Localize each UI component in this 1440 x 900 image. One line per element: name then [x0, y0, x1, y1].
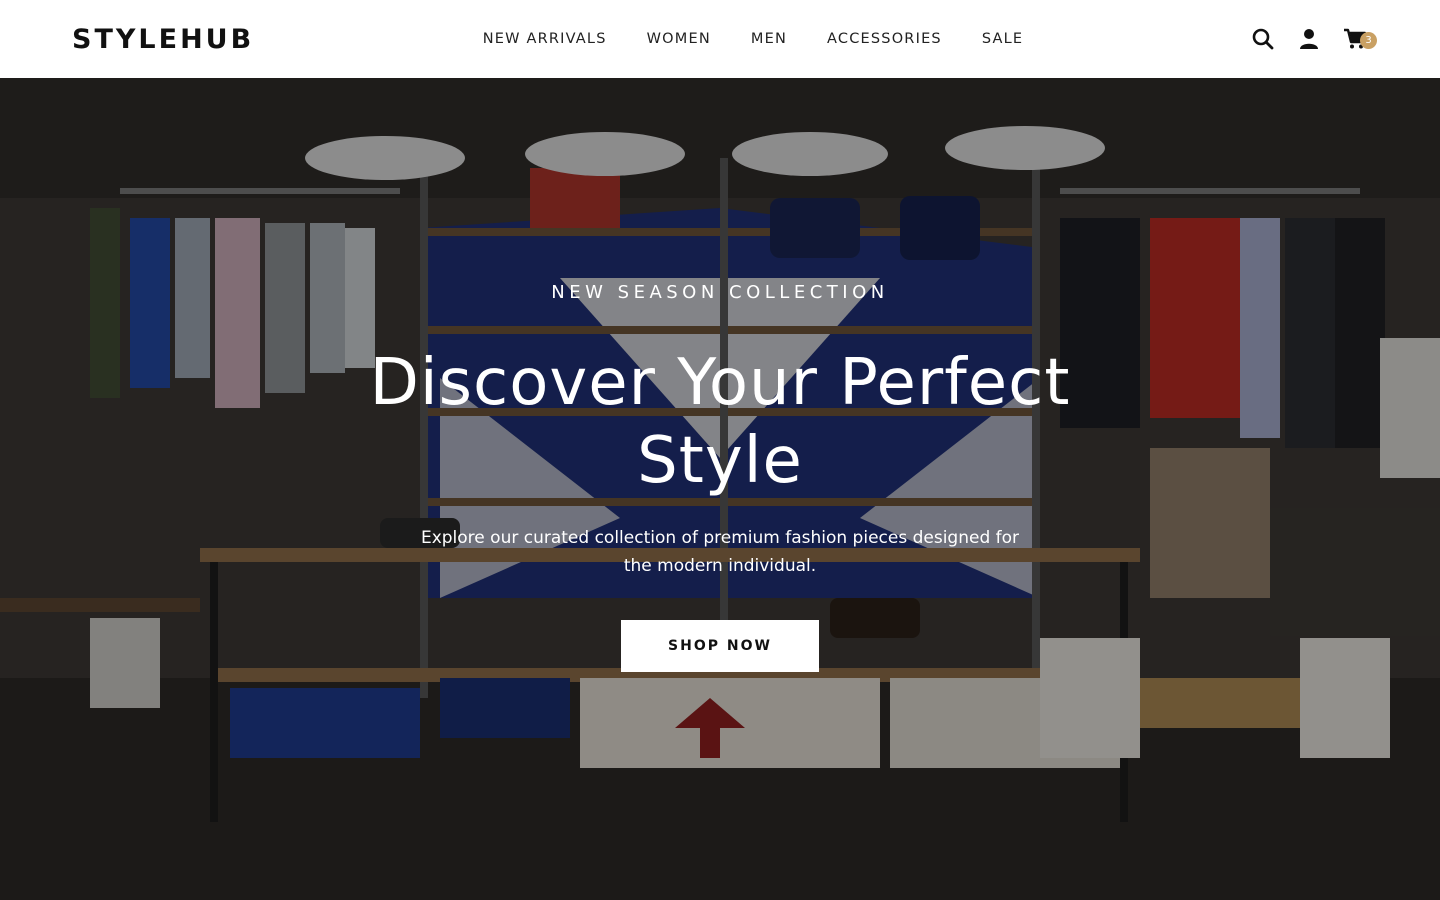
nav-item-sale[interactable]: SALE	[982, 31, 1023, 47]
search-icon[interactable]	[1250, 26, 1276, 52]
user-icon[interactable]	[1296, 26, 1322, 52]
hero-title: Discover Your Perfect Style	[369, 346, 1071, 498]
brand-logo[interactable]: STYLEHUB	[72, 24, 372, 55]
nav-item-women[interactable]: WOMEN	[647, 31, 711, 47]
hero-content: NEW SEASON COLLECTION Discover Your Perf…	[0, 78, 1440, 900]
cart-count-badge: 3	[1360, 32, 1377, 49]
site-header: STYLEHUB	[0, 0, 1440, 78]
hero-subtitle: Explore our curated collection of premiu…	[420, 528, 1020, 576]
nav-item-accessories[interactable]: ACCESSORIES	[827, 31, 942, 47]
nav-item-men[interactable]: MEN	[751, 31, 787, 47]
header-icons: 3	[1250, 24, 1377, 54]
hero-section: NEW SEASON COLLECTION Discover Your Perf…	[0, 78, 1440, 900]
cart-icon[interactable]: 3	[1342, 26, 1377, 52]
shop-now-button[interactable]: SHOP NOW	[621, 620, 819, 672]
hero-eyebrow: NEW SEASON COLLECTION	[551, 282, 889, 303]
nav-item-new-arrivals[interactable]: NEW ARRIVALS	[483, 31, 607, 47]
